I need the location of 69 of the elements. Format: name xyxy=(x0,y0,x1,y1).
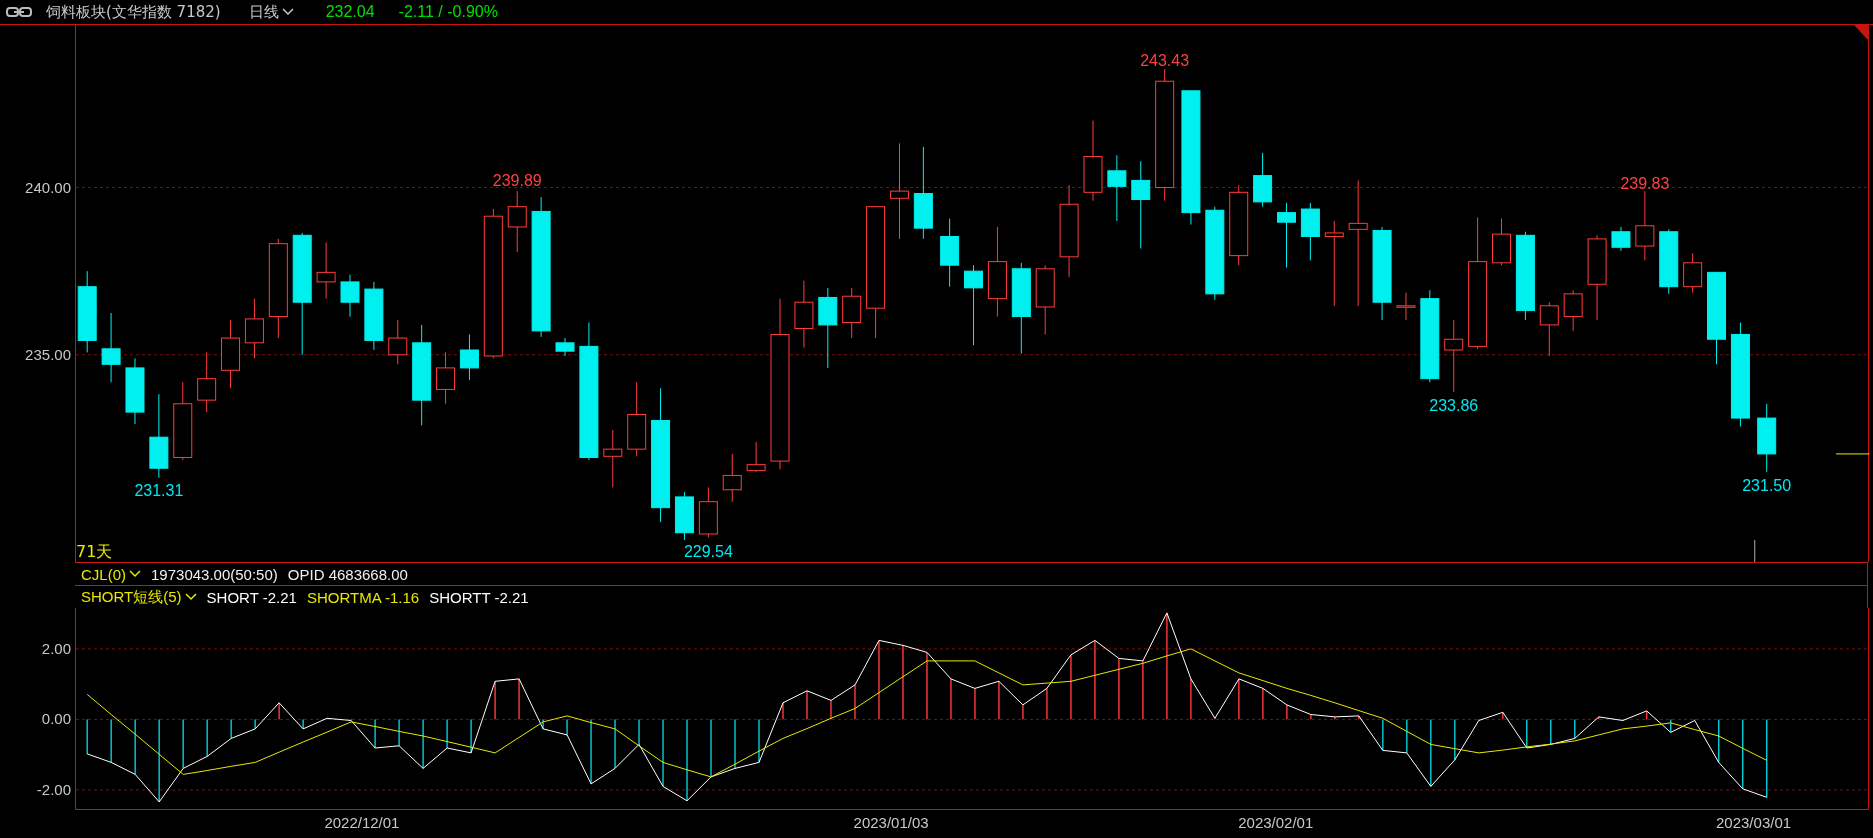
candlestick xyxy=(436,351,456,405)
candlestick xyxy=(221,319,241,389)
candlestick xyxy=(1635,190,1655,261)
caret-icon xyxy=(184,593,197,601)
candlestick xyxy=(244,298,264,359)
candlestick xyxy=(459,333,479,381)
indicator-value: SHORT -2.21 xyxy=(206,588,297,606)
cursor-tick xyxy=(1754,539,1756,562)
date-axis-label: 2023/01/03 xyxy=(853,814,929,831)
price-extreme-label: 239.89 xyxy=(492,172,542,190)
day-count-label: 71天 xyxy=(76,542,113,561)
indicator-selector[interactable]: CJL(0) xyxy=(81,565,141,583)
caret-icon xyxy=(281,8,294,16)
link-icon[interactable] xyxy=(6,6,32,18)
candlestick xyxy=(1253,152,1273,208)
period-dropdown[interactable]: 日线 xyxy=(248,2,294,22)
indicator-axis-label: 0.00 xyxy=(41,710,71,728)
candlestick xyxy=(1563,289,1583,332)
price-extreme-label: 233.86 xyxy=(1429,396,1479,414)
price-change: -2.11 / -0.90% xyxy=(398,3,498,21)
candlestick xyxy=(125,357,145,425)
candlestick xyxy=(316,242,336,300)
candlestick xyxy=(603,429,623,488)
date-axis-label: 2023/03/01 xyxy=(1716,814,1792,831)
price-extreme-label: 229.54 xyxy=(683,542,733,560)
candlestick xyxy=(1757,403,1777,473)
candlestick xyxy=(698,486,718,539)
candlestick xyxy=(507,190,527,253)
candlestick xyxy=(388,319,408,365)
candlestick xyxy=(364,281,384,351)
price-extreme-label: 231.50 xyxy=(1742,476,1792,494)
candlestick xyxy=(1107,154,1127,222)
price-extreme-label: 231.31 xyxy=(134,481,184,499)
candlestick xyxy=(746,441,766,473)
last-price: 232.04 xyxy=(325,3,375,21)
candlestick xyxy=(1035,264,1055,335)
caret-icon xyxy=(129,570,141,578)
price-axis-label: 235.00 xyxy=(25,345,71,363)
candlestick xyxy=(555,337,575,357)
price-axis-label: 240.00 xyxy=(25,178,71,196)
candlestick xyxy=(1396,292,1416,321)
open-interest-value: OPID 4683668.00 xyxy=(287,565,408,583)
volume-value: 1973043.00(50:50) xyxy=(151,565,278,583)
candlestick xyxy=(940,218,960,288)
candlestick xyxy=(842,287,862,339)
candlestick xyxy=(101,312,121,383)
price-extreme-label: 243.43 xyxy=(1140,51,1190,69)
indicator-axis-label: 2.00 xyxy=(41,639,71,657)
candlestick xyxy=(1611,226,1631,252)
candlestick xyxy=(340,274,360,318)
last-price-line xyxy=(1835,453,1870,455)
candlestick xyxy=(722,453,742,503)
candlestick xyxy=(1492,218,1511,266)
candlestick xyxy=(1539,301,1559,357)
candlestick xyxy=(794,280,814,349)
candlestick xyxy=(1277,202,1296,269)
indicator-value: SHORTT -2.21 xyxy=(429,588,529,606)
candlestick xyxy=(1300,202,1320,261)
date-axis-label: 2023/02/01 xyxy=(1238,814,1314,831)
price-extreme-label: 239.83 xyxy=(1620,174,1670,192)
candlestick xyxy=(674,491,694,541)
candlestick xyxy=(1683,252,1703,294)
candlestick xyxy=(1659,228,1679,295)
date-axis-label: 2022/12/01 xyxy=(324,814,400,831)
instrument-title: 饲料板块(文华指数 7182) xyxy=(46,2,221,22)
indicator-selector[interactable]: SHORT短线(5) xyxy=(81,587,197,607)
candlestick xyxy=(197,351,217,413)
indicator-axis-label: -2.00 xyxy=(36,780,71,798)
indicator-value: SHORTMA -1.16 xyxy=(306,588,420,606)
